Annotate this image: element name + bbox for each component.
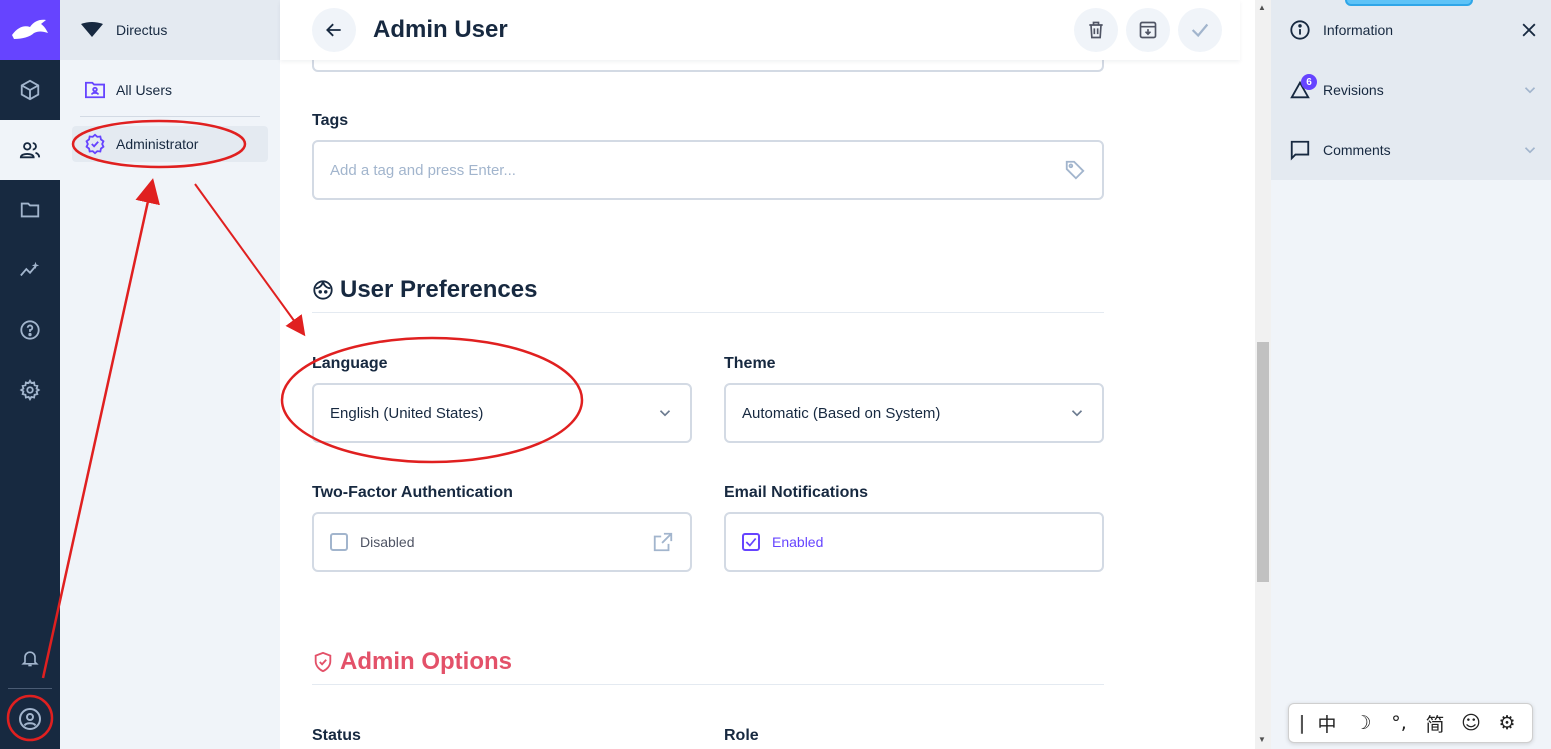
role-label: Role	[724, 727, 759, 744]
info-icon	[1290, 20, 1310, 40]
revisions-badge: 6	[1301, 74, 1317, 90]
archive-icon	[1139, 21, 1157, 39]
chevron-down-icon	[1068, 404, 1086, 422]
nav-item-administrator[interactable]: Administrator	[72, 126, 268, 162]
two-factor-value: Disabled	[360, 534, 415, 550]
ime-moon-icon[interactable]: ☽	[1345, 712, 1381, 734]
settings-gear-icon[interactable]	[0, 360, 60, 420]
content-module-cube-icon[interactable]	[0, 60, 60, 120]
close-icon[interactable]	[1519, 20, 1539, 40]
ime-toolbar: | 中 ☽ °, 简 ☺ ⚙	[1288, 703, 1533, 743]
face-icon	[313, 280, 333, 300]
sidebar-item-revisions[interactable]: 6 Revisions	[1289, 60, 1539, 120]
two-factor-checkbox[interactable]	[330, 533, 348, 551]
two-factor-label: Two-Factor Authentication	[312, 484, 513, 501]
verified-badge-icon	[85, 133, 105, 155]
chevron-down-icon	[1521, 81, 1539, 99]
account-icon[interactable]	[0, 689, 60, 749]
language-value: English (United States)	[330, 404, 484, 422]
back-button[interactable]	[312, 8, 356, 52]
sidebar-item-label: Information	[1323, 22, 1394, 38]
nav-divider	[80, 116, 260, 117]
sidebar-item-information[interactable]: Information	[1289, 0, 1539, 60]
ime-drag-handle[interactable]: |	[1295, 712, 1309, 734]
admin-options-title: Admin Options	[340, 648, 512, 675]
theme-value: Automatic (Based on System)	[742, 404, 941, 422]
ime-simplified[interactable]: 简	[1417, 710, 1453, 737]
tags-placeholder: Add a tag and press Enter...	[330, 161, 516, 179]
theme-select[interactable]: Automatic (Based on System)	[724, 383, 1104, 443]
language-select[interactable]: English (United States)	[312, 383, 692, 443]
check-icon	[1191, 23, 1209, 38]
check-icon	[745, 537, 757, 547]
two-factor-toggle[interactable]: Disabled	[312, 512, 692, 572]
notifications-bell-icon[interactable]	[0, 628, 60, 688]
nav-item-label: Administrator	[116, 136, 199, 152]
ime-emoji-icon[interactable]: ☺	[1453, 712, 1489, 734]
files-folder-icon[interactable]	[0, 180, 60, 240]
module-bar	[0, 0, 60, 749]
sidebar-item-label: Comments	[1323, 142, 1391, 158]
nav-item-all-users[interactable]: All Users	[72, 72, 268, 108]
arrow-left-icon	[326, 23, 341, 37]
scroll-up-arrow[interactable]: ▲	[1258, 3, 1266, 12]
user-preferences-title: User Preferences	[340, 276, 538, 303]
save-button[interactable]	[1178, 8, 1222, 52]
archive-button[interactable]	[1126, 8, 1170, 52]
email-notifications-toggle[interactable]: Enabled	[724, 512, 1104, 572]
directus-logo[interactable]	[0, 0, 60, 60]
ime-punctuation[interactable]: °,	[1381, 712, 1417, 734]
chevron-down-icon	[656, 404, 674, 422]
help-icon[interactable]	[0, 300, 60, 360]
status-label: Status	[312, 727, 361, 744]
section-divider	[312, 312, 1104, 313]
language-label: Language	[312, 355, 388, 372]
sidebar-sections: Information 6 Revisions Comments	[1271, 0, 1551, 180]
navigation-pane: Directus All Users Administrator	[60, 0, 280, 749]
main-content: Admin User Tags Add a tag and press Ente…	[280, 0, 1255, 749]
external-link-icon[interactable]	[652, 531, 674, 553]
project-header[interactable]: Directus	[60, 0, 280, 60]
sidebar-item-label: Revisions	[1323, 82, 1384, 98]
comment-icon	[1290, 140, 1310, 161]
admin-options-heading: Admin Options	[312, 648, 512, 676]
theme-label: Theme	[724, 355, 776, 372]
user-directory-users-icon[interactable]	[0, 120, 60, 180]
ime-chinese-mode[interactable]: 中	[1309, 710, 1345, 737]
delete-button[interactable]	[1074, 8, 1118, 52]
scrollbar-thumb[interactable]	[1257, 342, 1269, 582]
insights-icon[interactable]	[0, 240, 60, 300]
tags-input[interactable]: Add a tag and press Enter...	[312, 140, 1104, 200]
email-notifications-value: Enabled	[772, 534, 824, 550]
tags-label: Tags	[312, 112, 349, 129]
project-logo-icon	[81, 22, 103, 37]
sidebar: Information 6 Revisions Comments	[1271, 0, 1551, 749]
shield-check-icon	[314, 651, 332, 673]
email-notifications-label: Email Notifications	[724, 484, 869, 501]
tag-icon	[1064, 159, 1086, 181]
section-divider	[312, 684, 1104, 685]
user-preferences-heading: User Preferences	[312, 276, 537, 304]
folder-user-icon	[85, 81, 105, 99]
chevron-down-icon	[1521, 141, 1539, 159]
ime-settings-icon[interactable]: ⚙	[1489, 712, 1525, 734]
email-notifications-checkbox[interactable]	[742, 533, 760, 551]
sidebar-item-comments[interactable]: Comments	[1289, 120, 1539, 180]
nav-item-label: All Users	[116, 82, 173, 98]
trash-icon	[1089, 21, 1103, 39]
page-title: Admin User	[373, 16, 508, 43]
project-name: Directus	[116, 22, 168, 38]
scroll-down-arrow[interactable]: ▼	[1258, 735, 1266, 744]
page-header: Admin User	[280, 0, 1240, 60]
